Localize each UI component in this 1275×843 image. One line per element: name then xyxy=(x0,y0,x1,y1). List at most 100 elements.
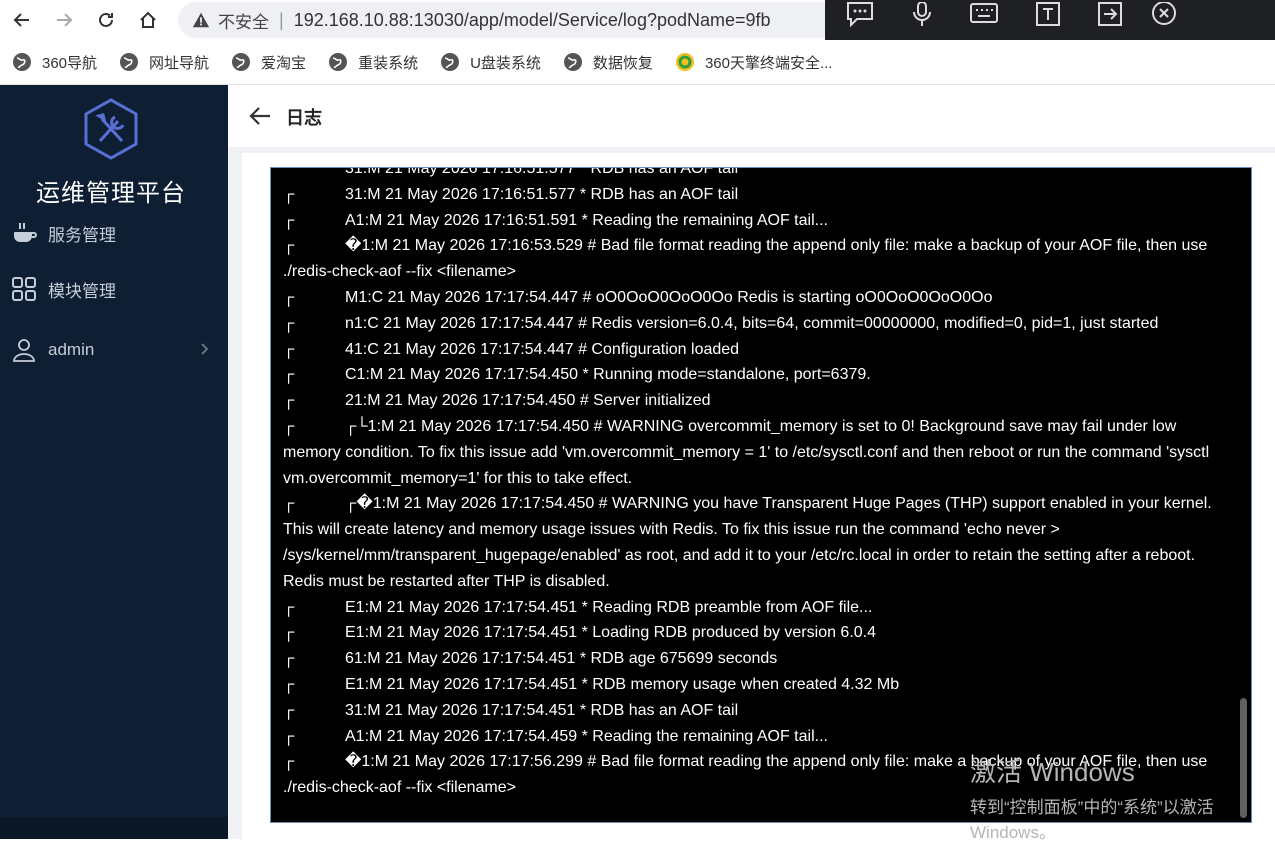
sidebar-item-admin[interactable]: admin xyxy=(0,330,228,370)
bookmark-label: 重装系统 xyxy=(358,54,419,72)
keyboard-icon xyxy=(970,3,998,23)
bookmarks-bar: 360导航 网址导航 爱淘宝 重装系统 U盘装系统 数据恢复 360天擎终端安全… xyxy=(0,40,1275,85)
windows-activation-watermark: 激活 Windows 转到“控制面板”中的“系统”以激活 Windows。 xyxy=(970,752,1214,843)
log-line: ┌ A1:M 21 May 2026 17:17:54.459 * Reading… xyxy=(283,724,1227,750)
forward-nav-button[interactable] xyxy=(48,4,80,36)
reload-button[interactable] xyxy=(90,4,122,36)
bookmark-item[interactable]: 360导航 xyxy=(12,52,97,73)
bookmark-item[interactable]: 网址导航 xyxy=(119,52,209,73)
close-circle-icon xyxy=(1152,2,1176,25)
log-line: ┌ C1:M 21 May 2026 17:17:54.450 * Running… xyxy=(283,362,1227,388)
log-line-text: E1:M 21 May 2026 17:17:54.451 * Loading … xyxy=(345,624,877,642)
log-line-marker: ┌ xyxy=(283,211,295,229)
log-line-text: A1:M 21 May 2026 17:16:51.591 * Reading … xyxy=(345,211,828,229)
platform-title: 运维管理平台 xyxy=(36,180,186,207)
log-line-marker: ┌ xyxy=(283,314,295,332)
log-line: ┌ 31:M 21 May 2026 17:17:54.451 * RDB has… xyxy=(283,698,1227,724)
sidebar-item-label: 服务管理 xyxy=(48,225,116,245)
bookmark-item[interactable]: 360天擎终端安全... xyxy=(675,52,832,73)
back-nav-button[interactable] xyxy=(6,4,38,36)
log-line: ┌ ┌�1:M 21 May 2026 17:17:54.450 # WARNIN… xyxy=(283,491,1227,594)
exit-tool-button[interactable] xyxy=(1091,0,1129,30)
text-tool-button[interactable] xyxy=(1029,0,1067,30)
arrow-right-icon xyxy=(57,13,73,27)
bookmark-item[interactable]: 重装系统 xyxy=(328,52,418,73)
reload-icon xyxy=(99,12,113,27)
log-line-text: 61:M 21 May 2026 17:17:54.451 * RDB age … xyxy=(345,650,778,668)
log-scroll-area[interactable]: 31:M 21 May 2026 17:16:51.577 * RDB has … xyxy=(271,168,1236,822)
log-line-marker: ┌ xyxy=(283,650,295,668)
log-line: ┌ ┌└1:M 21 May 2026 17:17:54.450 # WARNIN… xyxy=(283,414,1227,491)
log-line-text: E1:M 21 May 2026 17:17:54.451 * RDB memo… xyxy=(345,675,900,693)
log-line: ┌ E1:M 21 May 2026 17:17:54.451 * Loading… xyxy=(283,620,1227,646)
browser-address-bar: 不安全 | 192.168.10.88:13030/app/model/Serv… xyxy=(0,0,1275,42)
bookmark-label: 数据恢复 xyxy=(592,54,653,72)
globe-icon xyxy=(13,53,31,71)
sidebar-item-module-management[interactable]: 模块管理 xyxy=(0,269,228,309)
sidebar-item-service-management[interactable]: 服务管理 xyxy=(0,213,228,253)
sidebar-item-label: admin xyxy=(48,340,95,359)
log-line: ┌ E1:M 21 May 2026 17:17:54.451 * Reading… xyxy=(283,595,1227,621)
log-line-text: ┌�1:M 21 May 2026 17:17:54.450 # WARNING… xyxy=(283,495,1212,590)
log-line-marker: ┌ xyxy=(283,392,295,410)
log-line: ┌ M1:C 21 May 2026 17:17:54.447 # oO0OoO0… xyxy=(283,285,1227,311)
arrow-exit-icon xyxy=(1098,2,1122,26)
close-toolbar-button[interactable] xyxy=(1145,0,1183,30)
log-lines: 31:M 21 May 2026 17:16:51.577 * RDB has … xyxy=(283,168,1227,801)
chat-bubble-icon xyxy=(847,2,873,28)
microphone-button[interactable] xyxy=(903,0,941,30)
warning-triangle-icon xyxy=(192,11,210,29)
home-icon xyxy=(140,11,156,28)
url-separator: | xyxy=(279,9,284,30)
log-line-marker: ┌ xyxy=(283,495,295,513)
arrow-left-icon xyxy=(13,13,29,27)
log-line: ┌ A1:M 21 May 2026 17:16:51.591 * Reading… xyxy=(283,208,1227,234)
home-button[interactable] xyxy=(132,4,164,36)
log-line-text: C1:M 21 May 2026 17:17:54.450 * Running … xyxy=(345,366,871,384)
bookmark-item[interactable]: 数据恢复 xyxy=(563,52,653,73)
globe-icon xyxy=(329,53,348,71)
log-line: ┌ 61:M 21 May 2026 17:17:54.451 * RDB age… xyxy=(283,646,1227,672)
log-line-marker: ┌ xyxy=(283,624,295,642)
log-line-marker: ┌ xyxy=(283,727,295,745)
text-box-icon xyxy=(1036,2,1060,26)
insecure-label: 不安全 xyxy=(218,12,269,32)
watermark-line3: Windows。 xyxy=(970,823,1056,842)
watermark-line2: 转到“控制面板”中的“系统”以激活 xyxy=(970,798,1214,817)
log-line-text: 31:M 21 May 2026 17:16:51.577 * RDB has … xyxy=(345,185,739,203)
log-scrollbar[interactable] xyxy=(1239,168,1249,822)
log-line: 31:M 21 May 2026 17:16:51.577 * RDB has … xyxy=(283,168,1227,182)
log-viewer[interactable]: 31:M 21 May 2026 17:16:51.577 * RDB has … xyxy=(270,167,1252,823)
scrollbar-thumb[interactable] xyxy=(1240,698,1247,818)
log-line: ┌ 31:M 21 May 2026 17:16:51.577 * RDB has… xyxy=(283,182,1227,208)
bookmark-label: 爱淘宝 xyxy=(261,54,307,72)
main-content: 日志 31:M 21 May 2026 17:16:51.577 * RDB h… xyxy=(228,85,1275,839)
log-line-marker: ┌ xyxy=(283,340,295,358)
log-line-marker: ┌ xyxy=(283,675,295,693)
log-line: ┌ �1:M 21 May 2026 17:16:53.529 # Bad fil… xyxy=(283,233,1227,285)
page-header: 日志 xyxy=(228,85,1275,147)
back-arrow-icon[interactable] xyxy=(248,105,274,127)
log-line-text: E1:M 21 May 2026 17:17:54.451 * Reading … xyxy=(345,598,873,616)
bookmark-label: 网址导航 xyxy=(149,54,210,72)
log-line-marker: ┌ xyxy=(283,185,295,203)
log-line: ┌ E1:M 21 May 2026 17:17:54.451 * RDB mem… xyxy=(283,672,1227,698)
log-line-text: A1:M 21 May 2026 17:17:54.459 * Reading … xyxy=(345,727,828,745)
log-line-text: 31:M 21 May 2026 17:16:51.577 * RDB has … xyxy=(345,168,739,177)
log-line-marker: ┌ xyxy=(283,366,295,384)
chevron-right-icon xyxy=(201,343,209,355)
url-text: 192.168.10.88:13030/app/model/Service/lo… xyxy=(293,9,771,30)
bookmark-item[interactable]: 爱淘宝 xyxy=(231,52,306,73)
360-logo-icon xyxy=(675,53,694,71)
sidebar-item-label: 模块管理 xyxy=(48,281,116,301)
keyboard-button[interactable] xyxy=(965,0,1003,30)
log-line-text: �1:M 21 May 2026 17:16:53.529 # Bad file… xyxy=(283,237,1208,281)
log-card: 31:M 21 May 2026 17:16:51.577 * RDB has … xyxy=(242,153,1275,839)
log-line: ┌ 21:M 21 May 2026 17:17:54.450 # Server … xyxy=(283,388,1227,414)
log-line-marker: ┌ xyxy=(283,598,295,616)
bookmark-label: 360导航 xyxy=(42,54,98,72)
chat-bubble-button[interactable] xyxy=(841,0,879,30)
bookmark-item[interactable]: U盘装系统 xyxy=(440,52,541,73)
url-field[interactable]: 不安全 | 192.168.10.88:13030/app/model/Serv… xyxy=(178,2,878,38)
floating-toolbar xyxy=(825,0,1275,42)
